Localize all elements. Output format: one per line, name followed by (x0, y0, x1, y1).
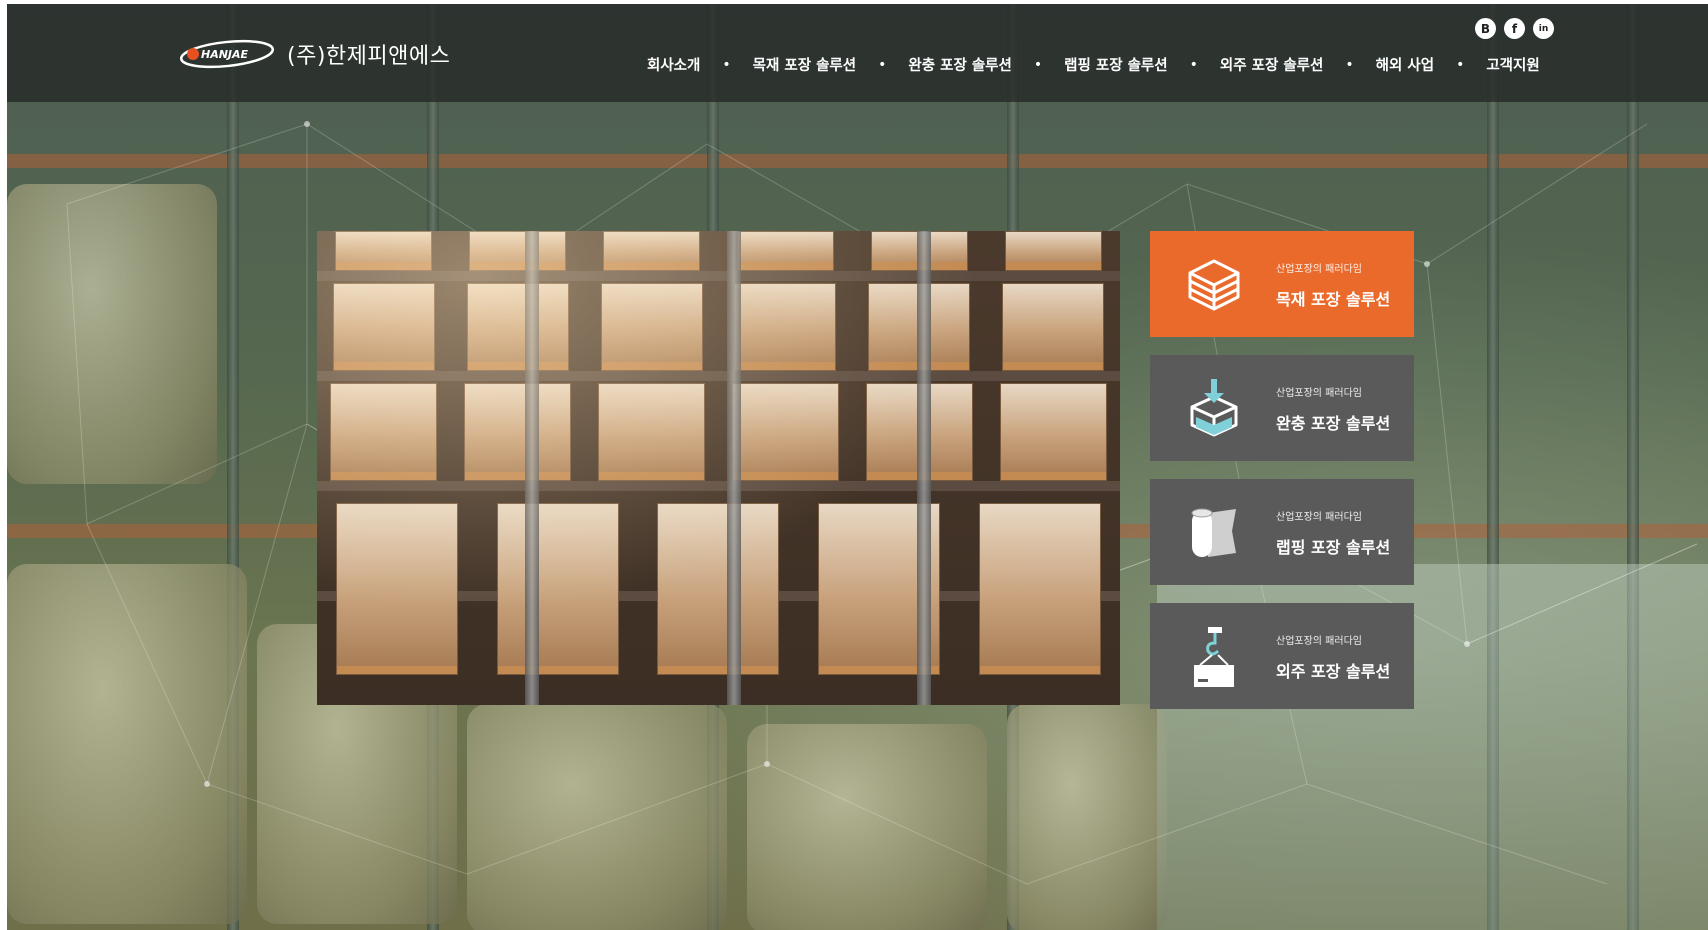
company-logo[interactable]: HANJAE (주)한제피앤에스 (179, 34, 450, 74)
nav-item-outsource-packaging[interactable]: 외주 포장 솔루션 (1220, 54, 1323, 75)
facebook-icon[interactable]: f (1504, 18, 1525, 39)
svg-text:HANJAE: HANJAE (201, 48, 249, 61)
card-subtitle: 산업포장의 패러다임 (1276, 512, 1362, 523)
card-wood-packaging[interactable]: 산업포장의 패러다임 목재 포장 솔루션 (1150, 231, 1414, 337)
hanjae-logo-mark: HANJAE (179, 38, 279, 70)
card-title: 목재 포장 솔루션 (1276, 290, 1391, 309)
hook-box-icon (1194, 627, 1234, 687)
linkedin-icon[interactable]: in (1533, 18, 1554, 39)
card-outsource-packaging[interactable]: 산업포장의 패러다임 외주 포장 솔루션 (1150, 603, 1414, 709)
nav-separator: • (1033, 56, 1043, 73)
card-title: 완충 포장 솔루션 (1276, 414, 1391, 433)
nav-item-wrap-packaging[interactable]: 랩핑 포장 솔루션 (1064, 54, 1167, 75)
card-title: 외주 포장 솔루션 (1276, 662, 1391, 681)
card-subtitle: 산업포장의 패러다임 (1276, 388, 1362, 399)
cushion-box-icon (1190, 379, 1238, 437)
nav-separator: • (1189, 56, 1198, 73)
site-header: HANJAE (주)한제피앤에스 B f in 회사소개 • 목재 포장 솔루션… (7, 4, 1708, 102)
nav-separator: • (878, 56, 887, 73)
wood-box-icon (1188, 259, 1240, 311)
nav-separator: • (722, 56, 731, 73)
card-title: 랩핑 포장 솔루션 (1276, 538, 1391, 557)
nav-item-support[interactable]: 고객지원 (1486, 54, 1539, 75)
main-nav: 회사소개 • 목재 포장 솔루션 • 완충 포장 솔루션 • 랩핑 포장 솔루션… (647, 54, 1540, 75)
company-name: (주)한제피앤에스 (287, 44, 451, 69)
wrap-roll-icon (1191, 508, 1236, 557)
card-subtitle: 산업포장의 패러다임 (1276, 264, 1362, 275)
blog-icon[interactable]: B (1475, 18, 1496, 39)
nav-item-cushion-packaging[interactable]: 완충 포장 솔루션 (908, 54, 1011, 75)
social-links: B f in (1475, 18, 1554, 39)
nav-separator: • (1345, 56, 1354, 73)
card-cushion-packaging[interactable]: 산업포장의 패러다임 완충 포장 솔루션 (1150, 355, 1414, 461)
hero-warehouse-photo (317, 231, 1120, 705)
nav-item-overseas[interactable]: 해외 사업 (1376, 54, 1434, 75)
nav-item-company[interactable]: 회사소개 (647, 54, 700, 75)
nav-separator: • (1456, 56, 1465, 73)
nav-item-wood-packaging[interactable]: 목재 포장 솔루션 (753, 54, 856, 75)
card-wrap-packaging[interactable]: 산업포장의 패러다임 랩핑 포장 솔루션 (1150, 479, 1414, 585)
card-subtitle: 산업포장의 패러다임 (1276, 636, 1362, 647)
